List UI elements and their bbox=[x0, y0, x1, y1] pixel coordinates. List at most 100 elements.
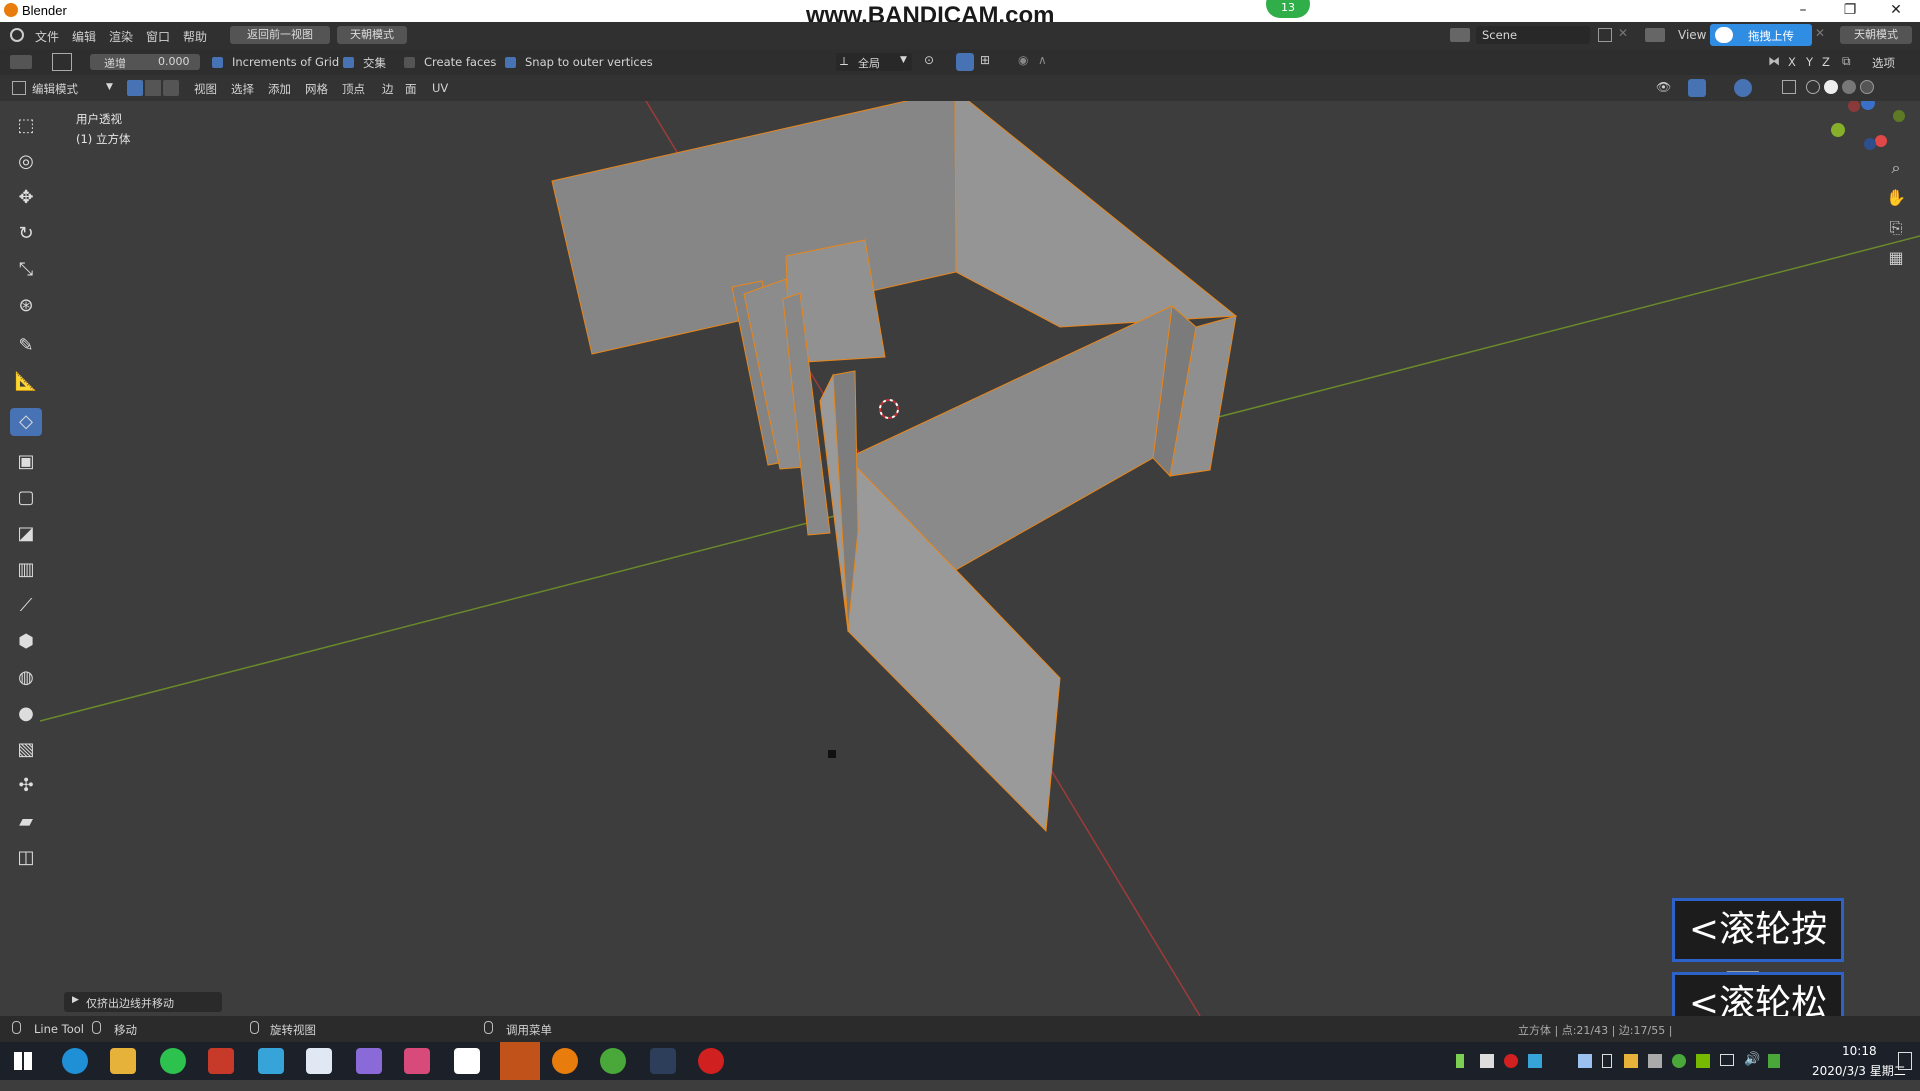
cursor-tool-icon[interactable]: ◎ bbox=[10, 148, 42, 176]
loop-cut-tool-icon[interactable]: ▥ bbox=[10, 556, 42, 584]
tray-network-status-icon[interactable] bbox=[1648, 1054, 1662, 1068]
app-purple-icon[interactable] bbox=[356, 1048, 382, 1074]
select-box-tool-icon[interactable]: ⬚ bbox=[10, 112, 42, 140]
close-icon[interactable]: ✕ bbox=[1876, 0, 1916, 22]
annotate-tool-icon[interactable]: ✎ bbox=[10, 332, 42, 360]
tray-app-icon[interactable] bbox=[1624, 1054, 1638, 1068]
face-select-icon[interactable] bbox=[163, 80, 179, 96]
bevel-tool-icon[interactable]: ◪ bbox=[10, 520, 42, 548]
operator-panel[interactable]: ▶ 仅挤出边线并移动 bbox=[64, 992, 222, 1012]
edge-select-icon[interactable] bbox=[145, 80, 161, 96]
blender-menu-icon[interactable] bbox=[10, 28, 24, 42]
viewport-scene[interactable] bbox=[0, 101, 1920, 1016]
rip-tool-icon[interactable]: ◫ bbox=[10, 844, 42, 872]
axis-z-toggle[interactable]: Z bbox=[1822, 55, 1830, 69]
vertex-select-icon[interactable] bbox=[127, 80, 143, 96]
snap-type-icon[interactable]: ⊞ bbox=[980, 53, 990, 67]
measure-tool-icon[interactable]: 📐 bbox=[10, 368, 42, 396]
settings-app-icon[interactable] bbox=[500, 1042, 540, 1080]
create-faces-checkbox[interactable] bbox=[404, 57, 415, 68]
menu-mesh[interactable]: 网格 bbox=[305, 81, 328, 97]
pan-hand-icon[interactable]: ✋ bbox=[1882, 184, 1910, 212]
nav-gizmo-z-icon[interactable] bbox=[1861, 101, 1875, 110]
menu-edge[interactable]: 边 bbox=[382, 81, 394, 97]
scale-tool-icon[interactable]: ⤡ bbox=[10, 256, 42, 284]
nav-gizmo-y-icon[interactable] bbox=[1831, 123, 1845, 137]
right-mode-button[interactable]: 天朝模式 bbox=[1840, 26, 1912, 44]
close-upload-icon[interactable]: ✕ bbox=[1815, 26, 1825, 40]
app-c-icon[interactable] bbox=[454, 1048, 480, 1074]
rendered-shading-icon[interactable] bbox=[1860, 80, 1874, 94]
app-green-icon[interactable] bbox=[600, 1048, 626, 1074]
app-grid-icon[interactable] bbox=[650, 1048, 676, 1074]
solid-shading-icon[interactable] bbox=[1824, 80, 1838, 94]
inset-tool-icon[interactable]: ▢ bbox=[10, 484, 42, 512]
smooth-tool-icon[interactable]: ● bbox=[10, 700, 42, 728]
wechat-icon[interactable] bbox=[160, 1048, 186, 1074]
menu-vertex[interactable]: 顶点 bbox=[342, 81, 365, 97]
transform-tool-icon[interactable]: ⊛ bbox=[10, 292, 42, 320]
tray-grid-icon[interactable] bbox=[1480, 1054, 1494, 1068]
extrude-tool-icon[interactable]: ▣ bbox=[10, 448, 42, 476]
menu-add[interactable]: 添加 bbox=[268, 81, 291, 97]
3d-viewport[interactable]: 用户透视 (1) 立方体 ⌕ ✋ ⎘ ▦ ▶ 仅挤出边线并移动 bbox=[0, 101, 1920, 1016]
maximize-icon[interactable]: ❐ bbox=[1830, 0, 1870, 22]
nav-gizmo-y-neg-icon[interactable] bbox=[1893, 110, 1905, 122]
shrink-fatten-tool-icon[interactable]: ✣ bbox=[10, 772, 42, 800]
menu-help[interactable]: 帮助 bbox=[183, 28, 207, 45]
baidu-netdisk-icon[interactable] bbox=[306, 1048, 332, 1074]
scene-field[interactable]: Scene bbox=[1476, 26, 1590, 44]
falloff-icon[interactable]: ∧ bbox=[1038, 53, 1047, 67]
office-icon[interactable] bbox=[208, 1048, 234, 1074]
axis-y-toggle[interactable]: Y bbox=[1806, 55, 1813, 69]
media-player-icon[interactable] bbox=[258, 1048, 284, 1074]
menu-uv[interactable]: UV bbox=[432, 81, 448, 95]
back-view-button[interactable]: 返回前一视图 bbox=[230, 26, 330, 44]
topology-mirror-icon[interactable]: ⧉ bbox=[1842, 54, 1851, 69]
increment-field[interactable]: 递增 0.000 bbox=[90, 54, 200, 70]
tray-phone-icon[interactable] bbox=[1602, 1054, 1612, 1068]
app-colorful-icon[interactable] bbox=[404, 1048, 430, 1074]
viewlayer-icon[interactable] bbox=[1645, 28, 1665, 42]
nav-gizmo-x-icon[interactable] bbox=[1875, 135, 1887, 147]
active-tool-icon[interactable] bbox=[52, 53, 72, 71]
menu-render[interactable]: 渲染 bbox=[109, 28, 133, 45]
tray-nvidia-icon[interactable] bbox=[1696, 1054, 1710, 1068]
mode-dropdown[interactable]: 编辑模式 bbox=[32, 81, 78, 97]
menu-face[interactable]: 面 bbox=[405, 81, 417, 97]
battery-icon[interactable] bbox=[1456, 1054, 1464, 1068]
mode-button[interactable]: 天朝模式 bbox=[337, 26, 407, 44]
tray-green-icon[interactable] bbox=[1672, 1054, 1686, 1068]
input-method-icon[interactable] bbox=[1768, 1054, 1780, 1068]
notification-icon[interactable] bbox=[1898, 1052, 1912, 1070]
menu-edit[interactable]: 编辑 bbox=[72, 28, 96, 45]
material-shading-icon[interactable] bbox=[1842, 80, 1856, 94]
menu-window[interactable]: 窗口 bbox=[146, 28, 170, 45]
menu-view[interactable]: 视图 bbox=[194, 81, 217, 97]
wireframe-shading-icon[interactable] bbox=[1806, 80, 1820, 94]
knife-tool-icon[interactable]: ⟋ bbox=[10, 592, 42, 620]
orientation-dropdown[interactable]: ⟂ 全局 ▼ bbox=[836, 53, 912, 71]
edge-slide-tool-icon[interactable]: ▧ bbox=[10, 736, 42, 764]
editor-type-icon[interactable] bbox=[10, 55, 32, 69]
spin-tool-icon[interactable]: ◍ bbox=[10, 664, 42, 692]
file-explorer-icon[interactable] bbox=[110, 1048, 136, 1074]
volume-icon[interactable]: 🔊 bbox=[1744, 1052, 1760, 1067]
grid-perspective-icon[interactable]: ▦ bbox=[1882, 244, 1910, 272]
xray-icon[interactable] bbox=[1782, 80, 1796, 94]
network-icon[interactable] bbox=[1720, 1054, 1734, 1066]
snap-outer-checkbox[interactable] bbox=[505, 57, 516, 68]
zoom-icon[interactable]: ⌕ bbox=[1882, 154, 1910, 182]
mirror-icon[interactable]: ⧓ bbox=[1768, 54, 1780, 68]
tray-record-icon[interactable] bbox=[1504, 1054, 1518, 1068]
options-dropdown[interactable]: 选项 bbox=[1872, 55, 1895, 71]
ie-browser-icon[interactable] bbox=[62, 1048, 88, 1074]
line-tool-icon[interactable]: ◇ bbox=[10, 408, 42, 436]
blender-taskbar-icon[interactable] bbox=[552, 1048, 578, 1074]
camera-icon[interactable]: ⎘ bbox=[1882, 214, 1910, 242]
move-tool-icon[interactable]: ✥ bbox=[10, 184, 42, 212]
axis-x-toggle[interactable]: X bbox=[1788, 55, 1796, 69]
editor-icon[interactable] bbox=[12, 81, 26, 95]
intersect-checkbox[interactable] bbox=[343, 57, 354, 68]
gizmo-toggle-icon[interactable] bbox=[1688, 79, 1706, 97]
